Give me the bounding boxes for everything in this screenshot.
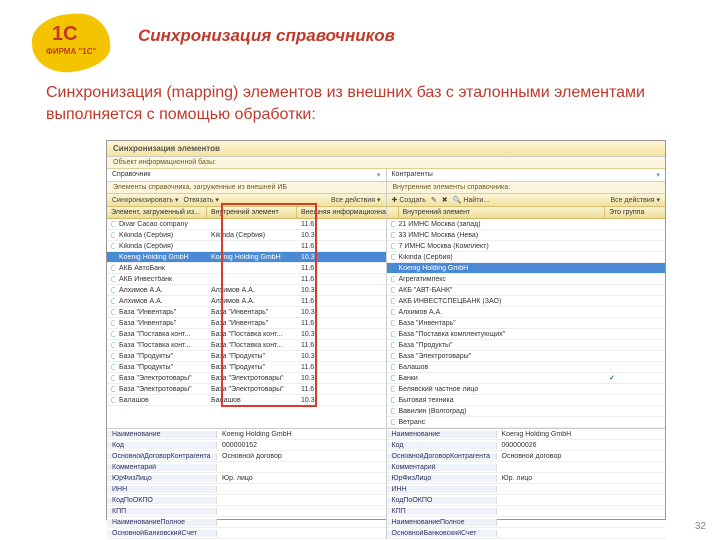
list-item[interactable]: ▢База "Продукты" — [387, 340, 666, 351]
list-item[interactable]: ▢Divar Cacao company11.6 — [107, 219, 386, 230]
object-label: Объект информационной базы: — [107, 157, 665, 169]
list-item[interactable]: ▢Kikinda (Сербия) — [387, 252, 666, 263]
form-row: КПП — [107, 506, 386, 517]
list-item[interactable]: ▢База "Электротовары"База "Электротовары… — [107, 384, 386, 395]
form-row: НаименованиеKoenig Holding GmbH — [387, 429, 666, 440]
right-toolbar: ✚ Создать ✎ ✖ 🔍 Найти... Все действия ▾ — [387, 194, 666, 207]
list-item[interactable]: ▢Белявский частное лицо — [387, 384, 666, 395]
form-row: ИНН — [387, 484, 666, 495]
right-list[interactable]: ▢21 ИМНС Москва (запад)▢33 ИМНС Москва (… — [387, 219, 666, 428]
form-row: НаименованиеПолное — [107, 517, 386, 528]
list-item[interactable]: ▢База "Электротовары"База "Электротовары… — [107, 373, 386, 384]
edit-icon[interactable]: ✎ — [431, 196, 437, 204]
list-item[interactable]: ▢Алхимов А.А. — [387, 307, 666, 318]
form-row: ИНН — [107, 484, 386, 495]
find-button[interactable]: 🔍 Найти... — [453, 196, 489, 204]
right-list-header: Внутренний элемент Это группа — [387, 207, 666, 219]
left-type-dropdown[interactable]: Справочник▾ — [107, 169, 386, 182]
list-item[interactable]: ▢33 ИМНС Москва (Нева) — [387, 230, 666, 241]
form-row: КодПоОКПО — [107, 495, 386, 506]
list-item[interactable]: ▢База "Продукты"База "Продукты"10.3 — [107, 351, 386, 362]
right-detail-form: НаименованиеKoenig Holding GmbHКод000000… — [387, 429, 666, 539]
list-item[interactable]: ▢База "Инвентарь" — [387, 318, 666, 329]
form-row: Комментарий — [107, 462, 386, 473]
all-actions-button[interactable]: Все действия ▾ — [611, 196, 660, 204]
list-item[interactable]: ▢База "Поставка конт...База "Поставка ко… — [107, 340, 386, 351]
left-detail-form: НаименованиеKoenig Holding GmbHКод000000… — [107, 429, 387, 539]
window-title: Синхронизация элементов — [107, 141, 665, 157]
list-item[interactable]: ▢База "Электротовары" — [387, 351, 666, 362]
all-actions-button[interactable]: Все действия ▾ — [331, 196, 380, 204]
list-item[interactable]: ▢Бытовая техника — [387, 395, 666, 406]
form-row: ОсновнойДоговорКонтрагентаОсновной догов… — [387, 451, 666, 462]
form-row: ЮрФизЛицоЮр. лицо — [107, 473, 386, 484]
logo-1c: 1C ФИРМА "1C" — [38, 18, 106, 70]
form-row: ОсновнойБанковскийСчет — [387, 528, 666, 539]
page-number: 32 — [695, 521, 706, 532]
left-list-header: Элемент, загруженный из... Внутренний эл… — [107, 207, 386, 219]
form-row: НаименованиеПолное — [387, 517, 666, 528]
list-item[interactable]: ▢Вавилин (Волгоград) — [387, 406, 666, 417]
app-screenshot: Синхронизация элементов Объект информаци… — [106, 140, 666, 520]
list-item[interactable]: ▢Koenig Holding GmbHKoenig Holding GmbH1… — [107, 252, 386, 263]
right-type-dropdown[interactable]: Контрагенты▾ — [387, 169, 666, 182]
list-item[interactable]: ▢Алхимов А.А.Алхимов А.А.11.6 — [107, 296, 386, 307]
form-row: ЮрФизЛицоЮр. лицо — [387, 473, 666, 484]
right-section-label: Внутренние элементы справочника: — [387, 182, 666, 194]
list-item[interactable]: ▢АКБ Инвестбанк11.6 — [107, 274, 386, 285]
delete-icon[interactable]: ✖ — [442, 196, 448, 204]
form-row: Код000000026 — [387, 440, 666, 451]
form-row: НаименованиеKoenig Holding GmbH — [107, 429, 386, 440]
list-item[interactable]: ▢Алхимов А.А.Алхимов А.А.10.3 — [107, 285, 386, 296]
create-button[interactable]: ✚ Создать — [392, 196, 426, 204]
list-item[interactable]: ▢АКБ ИНВЕСТСПЕЦБАНК (ЗАО) — [387, 296, 666, 307]
form-row: КПП — [387, 506, 666, 517]
left-list[interactable]: ▢Divar Cacao company11.6▢Kikinda (Сербия… — [107, 219, 386, 428]
list-item[interactable]: ▢База "Поставка конт...База "Поставка ко… — [107, 329, 386, 340]
list-item[interactable]: ▢Kikinda (Сербия)11.6 — [107, 241, 386, 252]
unbind-button[interactable]: Отвязать ▾ — [184, 196, 219, 204]
list-item[interactable]: ▢Балашов — [387, 362, 666, 373]
list-item[interactable]: ▢База "Инвентарь"База "Инвентарь"11.6 — [107, 318, 386, 329]
list-item[interactable]: ▢Банки✓ — [387, 373, 666, 384]
list-item[interactable]: ▢Koenig Holding GmbH — [387, 263, 666, 274]
list-item[interactable]: ▢7 ИМНС Москва (Комплект) — [387, 241, 666, 252]
list-item[interactable]: ▢21 ИМНС Москва (запад) — [387, 219, 666, 230]
left-toolbar: Синхронизировать ▾ Отвязать ▾ Все действ… — [107, 194, 386, 207]
list-item[interactable]: ▢База "Поставка комплектующих" — [387, 329, 666, 340]
form-row: Комментарий — [387, 462, 666, 473]
chevron-down-icon: ▾ — [377, 171, 381, 179]
form-row: Код000000152 — [107, 440, 386, 451]
slide-title: Синхронизация справочников — [138, 26, 395, 46]
chevron-down-icon: ▾ — [656, 171, 660, 179]
left-section-label: Элементы справочника, загруженные из вне… — [107, 182, 386, 194]
sync-button[interactable]: Синхронизировать ▾ — [112, 196, 179, 204]
form-row: ОсновнойБанковскийСчет — [107, 528, 386, 539]
list-item[interactable]: ▢БалашовБалашов10.3 — [107, 395, 386, 406]
form-row: ОсновнойДоговорКонтрагентаОсновной догов… — [107, 451, 386, 462]
list-item[interactable]: ▢База "Инвентарь"База "Инвентарь"10.3 — [107, 307, 386, 318]
list-item[interactable]: ▢Агрегатимпекс — [387, 274, 666, 285]
list-item[interactable]: ▢АКБ "АВТ-БАНК" — [387, 285, 666, 296]
list-item[interactable]: ▢Ветранс — [387, 417, 666, 428]
slide-subtitle: Синхронизация (mapping) элементов из вне… — [46, 82, 666, 125]
list-item[interactable]: ▢Kikinda (Сербия)Kikinda (Сербия)10.3 — [107, 230, 386, 241]
form-row: КодПоОКПО — [387, 495, 666, 506]
list-item[interactable]: ▢База "Продукты"База "Продукты"11.6 — [107, 362, 386, 373]
list-item[interactable]: ▢АКБ АвтоБанк11.6 — [107, 263, 386, 274]
